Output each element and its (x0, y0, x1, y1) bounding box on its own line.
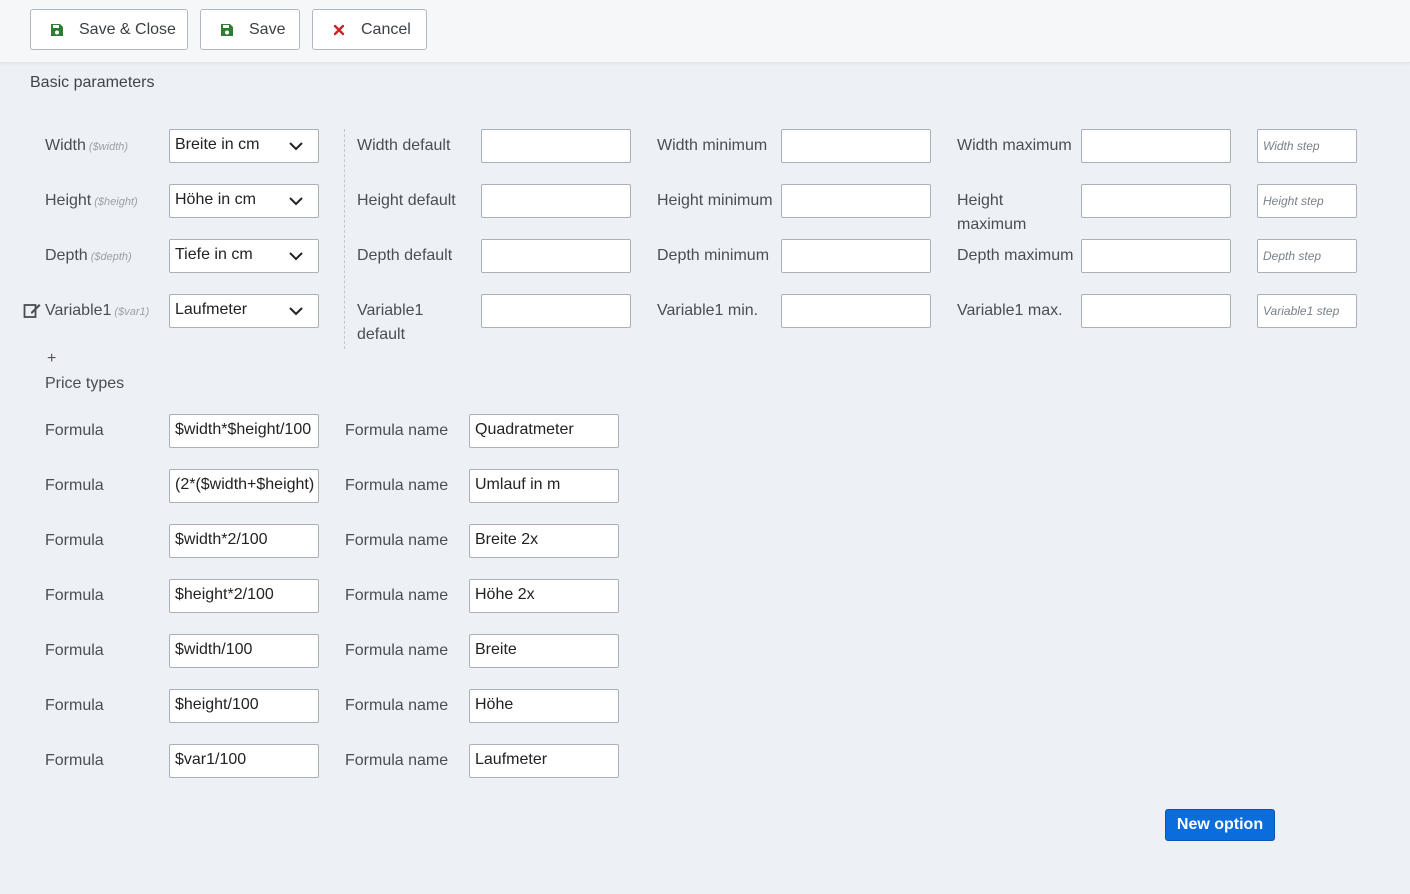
depth-max-input[interactable] (1081, 239, 1231, 273)
formula-input[interactable]: $width*$height/100 (169, 414, 319, 448)
width-max-input[interactable] (1081, 129, 1231, 163)
depth-min-input[interactable] (781, 239, 931, 273)
chevron-down-icon (289, 252, 303, 261)
formula-label: Formula (45, 697, 104, 714)
variable1-unit-select[interactable]: Laufmeter (169, 294, 319, 328)
variable1-max-input[interactable] (1081, 294, 1231, 328)
chevron-down-icon (289, 197, 303, 206)
formula-input[interactable]: $height*2/100 (169, 579, 319, 613)
formula-name-label: Formula name (345, 642, 449, 659)
height-max-label: Height maximum (957, 192, 1027, 233)
height-step-input[interactable]: Height step (1257, 184, 1357, 218)
formula-label: Formula (45, 587, 104, 604)
chevron-down-icon (289, 307, 303, 316)
depth-max-label: Depth maximum (957, 247, 1074, 264)
formula-label: Formula (45, 642, 104, 659)
formula-name-input[interactable]: Quadratmeter (469, 414, 619, 448)
formula-name-label: Formula name (345, 422, 449, 439)
variable1-max-label: Variable1 max. (957, 302, 1063, 319)
formula-name-input[interactable]: Breite (469, 634, 619, 668)
formula-input[interactable]: $height/100 (169, 689, 319, 723)
param-label-depth: Depth ($depth) (45, 247, 132, 264)
depth-step-input[interactable]: Depth step (1257, 239, 1357, 273)
column-divider (344, 129, 345, 349)
formula-name-input[interactable]: Höhe 2x (469, 579, 619, 613)
close-icon (331, 22, 347, 38)
formula-name-input[interactable]: Laufmeter (469, 744, 619, 778)
formula-label: Formula (45, 752, 104, 769)
formula-name-input[interactable]: Umlauf in m (469, 469, 619, 503)
formula-label: Formula (45, 532, 104, 549)
width-min-label: Width minimum (657, 137, 768, 154)
formula-input[interactable]: $width/100 (169, 634, 319, 668)
height-max-input[interactable] (1081, 184, 1231, 218)
height-default-input[interactable] (481, 184, 631, 218)
formula-name-input[interactable]: Höhe (469, 689, 619, 723)
chevron-down-icon (289, 142, 303, 151)
section-title: Basic parameters (30, 74, 155, 91)
height-default-label: Height default (357, 192, 456, 209)
width-unit-select[interactable]: Breite in cm (169, 129, 319, 163)
height-min-input[interactable] (781, 184, 931, 218)
formula-name-label: Formula name (345, 697, 449, 714)
formula-name-label: Formula name (345, 587, 449, 604)
save-close-button[interactable]: Save & Close (30, 9, 188, 50)
formula-name-input[interactable]: Breite 2x (469, 524, 619, 558)
formula-label: Formula (45, 477, 104, 494)
param-label-variable1: Variable1 ($var1) (45, 302, 150, 319)
height-min-label: Height minimum (657, 192, 773, 209)
variable1-default-label: Variable1 default (357, 302, 424, 343)
add-variable-button[interactable]: + (47, 350, 56, 368)
variable1-default-input[interactable] (481, 294, 631, 328)
depth-default-label: Depth default (357, 247, 453, 264)
variable1-step-input[interactable]: Variable1 step (1257, 294, 1357, 328)
width-max-label: Width maximum (957, 137, 1072, 154)
variable1-min-input[interactable] (781, 294, 931, 328)
width-step-input[interactable]: Width step (1257, 129, 1357, 163)
formula-name-label: Formula name (345, 752, 449, 769)
param-label-width: Width ($width) (45, 137, 129, 154)
param-label-height: Height ($height) (45, 192, 138, 209)
price-types-label: Price types (45, 375, 125, 392)
width-default-label: Width default (357, 137, 451, 154)
width-min-input[interactable] (781, 129, 931, 163)
formula-name-label: Formula name (345, 532, 449, 549)
formula-name-label: Formula name (345, 477, 449, 494)
variable1-min-label: Variable1 min. (657, 302, 759, 319)
save-label: Save (249, 20, 286, 38)
formula-input[interactable]: $var1/100 (169, 744, 319, 778)
depth-unit-select[interactable]: Tiefe in cm (169, 239, 319, 273)
width-default-input[interactable] (481, 129, 631, 163)
save-close-label: Save & Close (79, 20, 176, 38)
formula-label: Formula (45, 422, 104, 439)
cancel-label: Cancel (361, 20, 411, 38)
save-icon (219, 22, 235, 38)
toolbar: Save & Close Save Cancel (0, 0, 1410, 63)
depth-default-input[interactable] (481, 239, 631, 273)
depth-min-label: Depth minimum (657, 247, 770, 264)
formula-input[interactable]: (2*($width+$height) (169, 469, 319, 503)
save-icon (49, 22, 65, 38)
save-button[interactable]: Save (200, 9, 300, 50)
edit-icon[interactable] (23, 301, 41, 319)
height-unit-select[interactable]: Höhe in cm (169, 184, 319, 218)
cancel-button[interactable]: Cancel (312, 9, 427, 50)
new-option-button[interactable]: New option (1165, 809, 1275, 841)
formula-input[interactable]: $width*2/100 (169, 524, 319, 558)
